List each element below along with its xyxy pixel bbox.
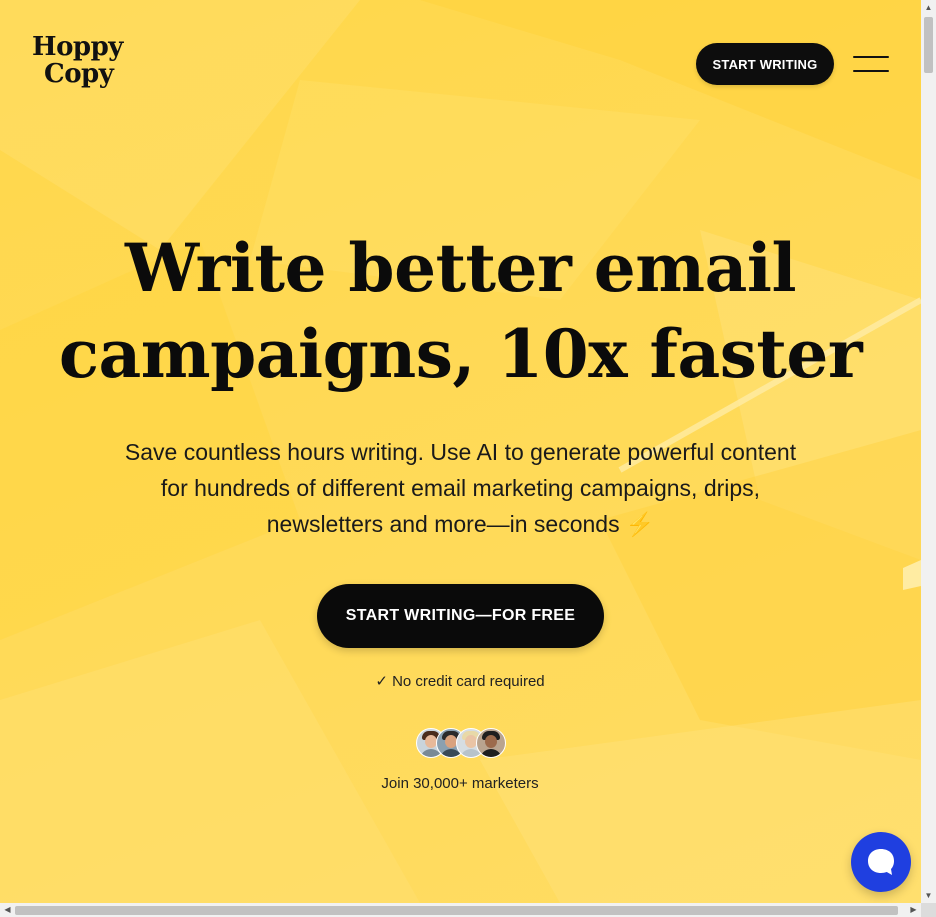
hero-headline: Write better email campaigns, 10x faster: [40, 225, 881, 397]
scrollbar-corner: [921, 903, 936, 917]
chat-bubble-icon: [868, 849, 894, 875]
subcopy-line-3: newsletters and more—in seconds: [266, 511, 620, 537]
scroll-right-arrow-icon[interactable]: ▶: [906, 903, 921, 917]
scroll-down-arrow-icon[interactable]: ▼: [921, 888, 936, 903]
headline-line-1: Write better email: [124, 229, 797, 307]
hero-subcopy: Save countless hours writing. Use AI to …: [90, 434, 831, 542]
headline-line-2: campaigns, 10x faster: [58, 315, 863, 393]
horizontal-scroll-thumb[interactable]: [15, 906, 898, 915]
chat-button[interactable]: [851, 832, 911, 892]
header-start-writing-button[interactable]: START WRITING: [696, 43, 834, 85]
subcopy-line-2: for hundreds of different email marketin…: [160, 475, 761, 501]
marketer-avatars: [416, 728, 508, 758]
join-marketers-text: Join 30,000+ marketers: [381, 775, 539, 792]
no-credit-card-note: ✓ No credit card required: [375, 673, 545, 690]
vertical-scrollbar[interactable]: ▲ ▼: [921, 0, 936, 903]
logo-line-1: Hoppy: [32, 32, 123, 62]
start-writing-free-button[interactable]: START WRITING—FOR FREE: [317, 584, 604, 648]
hero-section: Hoppy Copy START WRITING Write better em…: [0, 0, 921, 903]
scroll-up-arrow-icon[interactable]: ▲: [921, 0, 936, 15]
logo-line-2: Copy: [44, 59, 114, 89]
vertical-scroll-thumb[interactable]: [924, 17, 933, 73]
hamburger-icon[interactable]: [853, 53, 889, 75]
brand-logo[interactable]: Hoppy Copy: [32, 34, 152, 88]
horizontal-scrollbar[interactable]: ◀ ▶: [0, 903, 921, 917]
subcopy-line-1: Save countless hours writing. Use AI to …: [124, 439, 797, 465]
lightning-bolt-icon: ⚡: [625, 511, 655, 537]
avatar: [476, 728, 506, 758]
scroll-left-arrow-icon[interactable]: ◀: [0, 903, 15, 917]
